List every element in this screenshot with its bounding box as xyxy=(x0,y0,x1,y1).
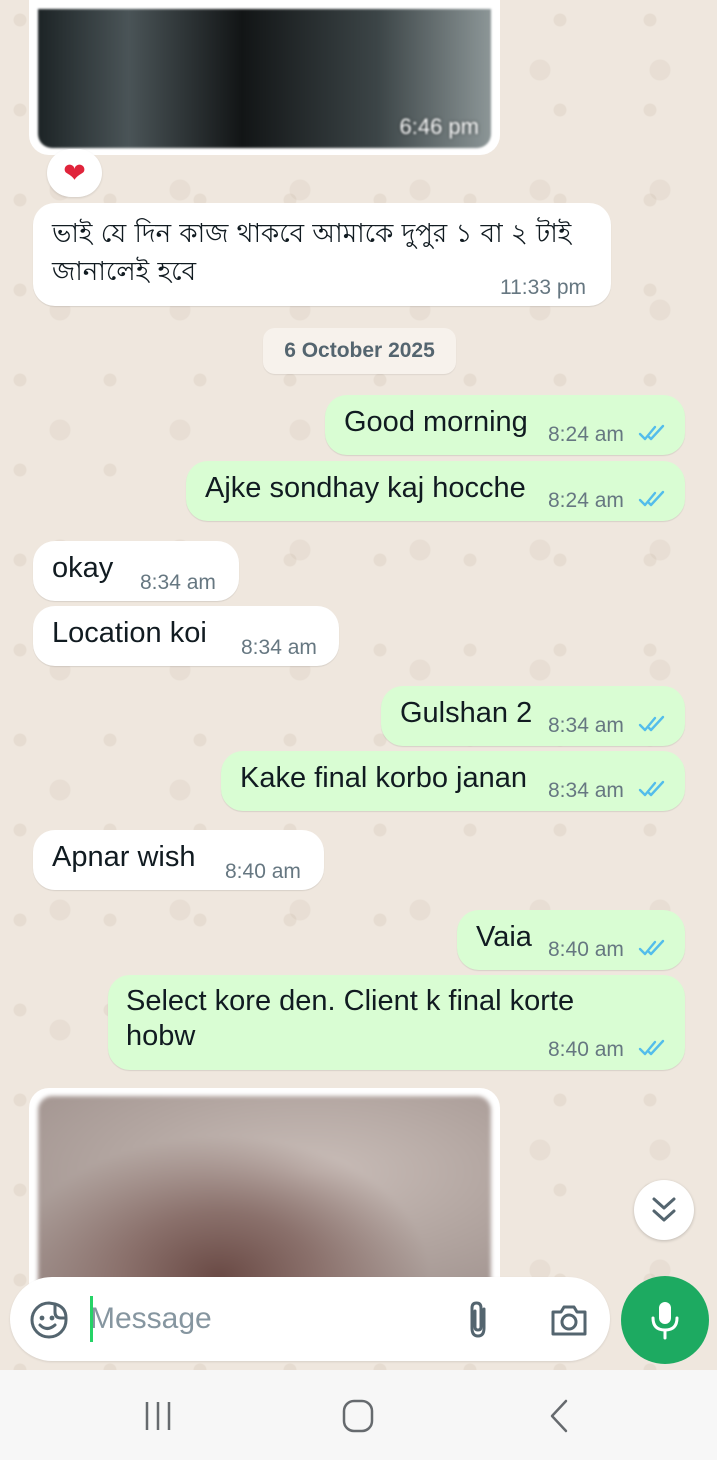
read-ticks-icon xyxy=(638,490,665,507)
message-bubble-outgoing[interactable]: Ajke sondhay kaj hocche 8:24 am xyxy=(186,461,685,521)
message-text: Vaia xyxy=(476,921,532,953)
message-time: 8:34 am xyxy=(241,636,317,659)
message-text: Kake final korbo janan xyxy=(240,762,527,794)
message-bubble-outgoing[interactable]: Vaia 8:40 am xyxy=(457,910,685,970)
heart-reaction-icon[interactable]: ❤ xyxy=(47,149,102,197)
message-time: 8:34 am xyxy=(140,571,216,594)
read-ticks-icon xyxy=(638,939,665,956)
message-bubble-outgoing[interactable]: Gulshan 2 8:34 am xyxy=(381,686,685,746)
message-bubble-incoming[interactable]: Apnar wish 8:40 am xyxy=(33,830,324,890)
message-time: 8:34 am xyxy=(548,779,624,802)
image-message-bottom[interactable] xyxy=(29,1088,500,1288)
message-text: Gulshan 2 xyxy=(400,697,533,729)
chat-area[interactable]: 6:46 pm ❤ ভাই যে দিন কাজ থাকবে আমাকে দুপ… xyxy=(0,0,717,1370)
message-text: Apnar wish xyxy=(52,841,196,873)
message-bubble-outgoing[interactable]: Select kore den. Client k final korte ho… xyxy=(108,975,685,1070)
read-ticks-icon xyxy=(638,424,665,441)
message-time: 8:40 am xyxy=(548,938,624,961)
scroll-to-bottom-button[interactable] xyxy=(634,1180,694,1240)
system-navigation-bar xyxy=(0,1370,717,1460)
message-text: Location koi xyxy=(52,617,207,649)
message-time: 11:33 pm xyxy=(500,276,586,299)
read-ticks-icon xyxy=(638,1039,665,1056)
message-bubble-incoming[interactable]: ভাই যে দিন কাজ থাকবে আমাকে দুপুর ১ বা ২ … xyxy=(33,203,611,306)
read-ticks-icon xyxy=(638,780,665,797)
message-time: 8:24 am xyxy=(548,489,624,512)
message-time: 8:24 am xyxy=(548,423,624,446)
image-thumbnail[interactable] xyxy=(38,1096,491,1286)
camera-icon[interactable] xyxy=(548,1299,590,1341)
microphone-icon xyxy=(651,1302,679,1340)
paperclip-icon[interactable] xyxy=(458,1299,500,1341)
read-ticks-icon xyxy=(638,715,665,732)
message-bubble-incoming[interactable]: Location koi 8:34 am xyxy=(33,606,339,666)
message-time: 8:34 am xyxy=(548,714,624,737)
voice-record-button[interactable] xyxy=(621,1276,709,1364)
message-bubble-incoming[interactable]: okay 8:34 am xyxy=(33,541,239,601)
message-time: 6:46 pm xyxy=(399,114,480,139)
double-chevron-down-icon xyxy=(652,1197,676,1222)
recent-apps-icon[interactable] xyxy=(138,1398,178,1434)
back-icon[interactable] xyxy=(540,1398,580,1434)
message-time: 8:40 am xyxy=(548,1038,624,1061)
message-text: okay xyxy=(52,552,114,584)
message-input[interactable] xyxy=(90,1295,450,1343)
message-text: Good morning xyxy=(344,406,528,438)
sticker-smiley-icon[interactable] xyxy=(28,1299,70,1341)
message-bubble-outgoing[interactable]: Good morning 8:24 am xyxy=(325,395,685,455)
text-cursor xyxy=(90,1296,93,1342)
message-composer xyxy=(10,1277,610,1361)
message-text: Ajke sondhay kaj hocche xyxy=(205,472,526,504)
image-thumbnail[interactable]: 6:46 pm xyxy=(38,9,491,148)
message-text: Select kore den. Client k final korte ho… xyxy=(126,985,575,1052)
message-time: 8:40 am xyxy=(225,860,301,883)
message-bubble-outgoing[interactable]: Kake final korbo janan 8:34 am xyxy=(221,751,685,811)
date-divider: 6 October 2025 xyxy=(263,328,456,374)
home-icon[interactable] xyxy=(338,1398,378,1434)
